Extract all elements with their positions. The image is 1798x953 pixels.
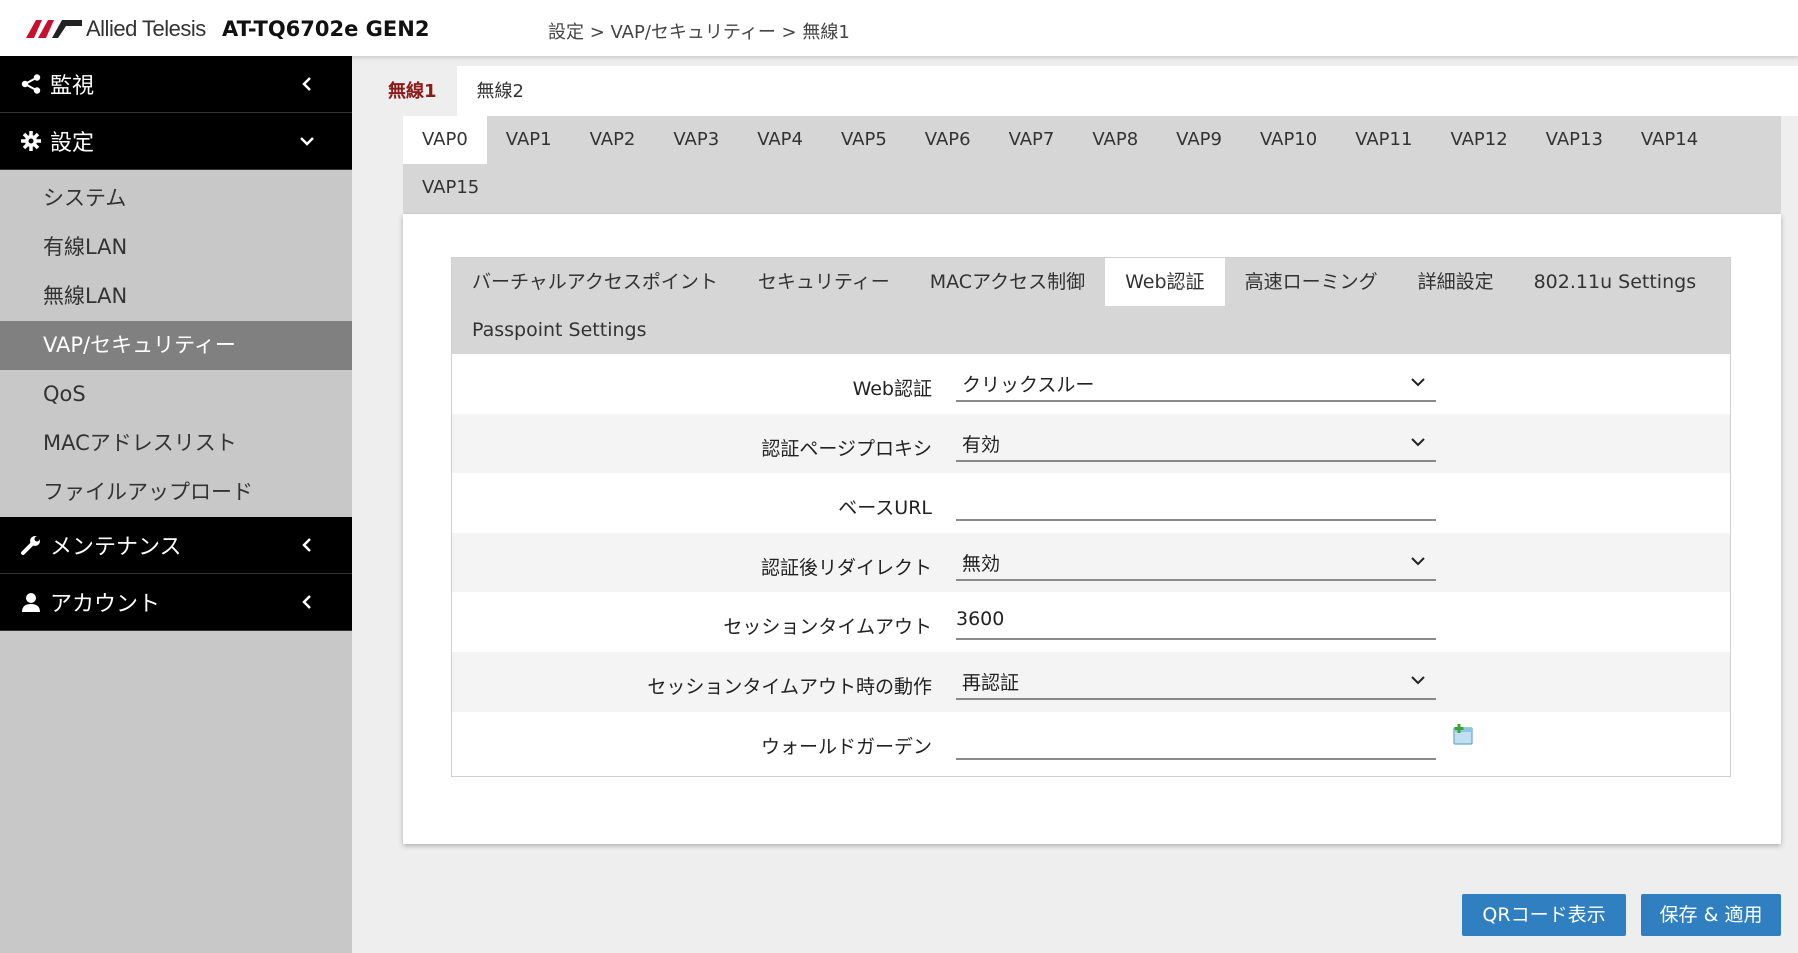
chevron-down-icon <box>300 137 314 146</box>
web-auth-section: バーチャルアクセスポイント セキュリティー MACアクセス制御 Web認証 高速… <box>451 257 1731 777</box>
tab-vap8[interactable]: VAP8 <box>1073 116 1157 164</box>
tab-vap3[interactable]: VAP3 <box>654 116 738 164</box>
tab-virtual-access-point[interactable]: バーチャルアクセスポイント <box>452 258 738 306</box>
base-url-label: ベースURL <box>838 497 932 520</box>
form-row-web-auth: Web認証 クリックスルー <box>452 354 1730 414</box>
tab-vap13[interactable]: VAP13 <box>1527 116 1622 164</box>
tab-vap9[interactable]: VAP9 <box>1157 116 1241 164</box>
menu-monitor[interactable]: 監視 <box>0 56 352 113</box>
tab-vap11[interactable]: VAP11 <box>1336 116 1431 164</box>
tab-vap0[interactable]: VAP0 <box>403 116 487 164</box>
chevron-left-icon <box>302 538 311 552</box>
allied-telesis-logo: Allied Telesis <box>26 16 206 42</box>
tab-vap2[interactable]: VAP2 <box>571 116 655 164</box>
sidebar-item-wireless-lan[interactable]: 無線LAN <box>0 272 352 321</box>
tab-security[interactable]: セキュリティー <box>738 258 910 306</box>
vap-tabs: VAP0 VAP1 VAP2 VAP3 VAP4 VAP5 VAP6 VAP7 … <box>403 116 1781 214</box>
redirect-select[interactable]: 無効 <box>956 543 1436 581</box>
menu-label: 設定 <box>50 131 95 156</box>
tab-80211u-settings[interactable]: 802.11u Settings <box>1514 258 1717 306</box>
redirect-value: 無効 <box>962 552 1001 575</box>
wrench-icon <box>20 534 42 556</box>
menu-label: アカウント <box>50 592 161 617</box>
chevron-down-icon <box>1411 437 1425 447</box>
gear-icon <box>20 130 42 152</box>
tab-web-auth[interactable]: Web認証 <box>1105 258 1225 306</box>
redirect-label: 認証後リダイレクト <box>760 556 932 579</box>
tab-vap10[interactable]: VAP10 <box>1241 116 1336 164</box>
add-entry-icon[interactable] <box>1452 723 1474 746</box>
logo-text: Allied Telesis <box>86 16 206 41</box>
tab-vap12[interactable]: VAP12 <box>1431 116 1526 164</box>
timeout-action-select[interactable]: 再認証 <box>956 662 1436 700</box>
tab-vap14[interactable]: VAP14 <box>1622 116 1717 164</box>
form-row-base-url: ベースURL <box>452 473 1730 533</box>
menu-maintenance[interactable]: メンテナンス <box>0 517 352 574</box>
tab-radio2[interactable]: 無線2 <box>457 66 544 116</box>
top-header: Allied Telesis AT-TQ6702e GEN2 設定 > VAP/… <box>0 0 1798 56</box>
sidebar-item-system[interactable]: システム <box>0 174 352 223</box>
session-timeout-label: セッションタイムアウト <box>723 616 932 639</box>
tab-vap15[interactable]: VAP15 <box>403 164 498 212</box>
main-content: 無線1 無線2 VAP0 VAP1 VAP2 VAP3 VAP4 VAP5 VA… <box>352 56 1798 953</box>
sidebar-item-vap-security[interactable]: VAP/セキュリティー <box>0 321 352 370</box>
web-auth-value: クリックスルー <box>962 374 1095 396</box>
menu-label: メンテナンス <box>50 535 182 560</box>
tab-radio1[interactable]: 無線1 <box>368 66 457 116</box>
user-icon <box>20 591 42 613</box>
session-timeout-value: 3600 <box>956 608 1005 631</box>
sidebar-item-file-upload[interactable]: ファイルアップロード <box>0 468 352 517</box>
menu-settings[interactable]: 設定 <box>0 113 352 170</box>
device-model: AT-TQ6702e GEN2 <box>222 17 430 41</box>
menu-account[interactable]: アカウント <box>0 574 352 631</box>
menu-label: 監視 <box>50 74 95 99</box>
chevron-down-icon <box>1411 557 1425 566</box>
config-tabs: バーチャルアクセスポイント セキュリティー MACアクセス制御 Web認証 高速… <box>452 258 1730 354</box>
save-apply-button[interactable]: 保存 & 適用 <box>1641 894 1781 936</box>
session-timeout-input[interactable]: 3600 <box>956 602 1436 641</box>
base-url-input[interactable] <box>956 483 1436 522</box>
web-auth-label: Web認証 <box>852 378 932 400</box>
form-row-proxy: 認証ページプロキシ 有効 <box>452 413 1730 474</box>
form-row-walled-garden: ウォールドガーデン <box>452 712 1730 772</box>
tab-passpoint-settings[interactable]: Passpoint Settings <box>452 306 666 354</box>
qr-code-button[interactable]: QRコード表示 <box>1462 894 1626 936</box>
chevron-down-icon <box>1411 676 1425 685</box>
logo-mark-icon <box>26 20 82 38</box>
tab-vap4[interactable]: VAP4 <box>738 116 822 164</box>
tab-vap5[interactable]: VAP5 <box>822 116 906 164</box>
tab-mac-access-control[interactable]: MACアクセス制御 <box>910 258 1105 306</box>
chevron-down-icon <box>1411 378 1425 387</box>
web-auth-select[interactable]: クリックスルー <box>956 364 1436 402</box>
tab-advanced-settings[interactable]: 詳細設定 <box>1398 258 1514 306</box>
tab-vap7[interactable]: VAP7 <box>990 116 1074 164</box>
radio-tabs: 無線1 無線2 <box>368 66 1798 116</box>
breadcrumb: 設定 > VAP/セキュリティー > 無線1 <box>548 22 850 43</box>
form-row-timeout-action: セッションタイムアウト時の動作 再認証 <box>452 651 1730 712</box>
proxy-value: 有効 <box>962 433 1001 456</box>
chevron-left-icon <box>302 595 311 609</box>
tab-vap6[interactable]: VAP6 <box>906 116 990 164</box>
timeout-action-value: 再認証 <box>962 671 1020 694</box>
form-row-session-timeout: セッションタイムアウト 3600 <box>452 592 1730 652</box>
sidebar-item-mac-address-list[interactable]: MACアドレスリスト <box>0 419 352 468</box>
proxy-label: 認証ページプロキシ <box>761 437 932 460</box>
sidebar-item-wired-lan[interactable]: 有線LAN <box>0 223 352 272</box>
walled-garden-label: ウォールドガーデン <box>760 735 932 758</box>
form-row-redirect: 認証後リダイレクト 無効 <box>452 532 1730 593</box>
proxy-select[interactable]: 有効 <box>956 424 1436 462</box>
tab-fast-roaming[interactable]: 高速ローミング <box>1225 258 1398 306</box>
sidebar-item-qos[interactable]: QoS <box>0 370 352 419</box>
vap-panel: バーチャルアクセスポイント セキュリティー MACアクセス制御 Web認証 高速… <box>403 214 1781 844</box>
sidebar: 監視 設定 システム 有線LAN 無線LAN VAP/セキュリティー QoS M… <box>0 56 352 953</box>
timeout-action-label: セッションタイムアウト時の動作 <box>647 675 932 698</box>
share-icon <box>20 73 42 95</box>
tab-vap1[interactable]: VAP1 <box>487 116 571 164</box>
walled-garden-input[interactable] <box>956 722 1436 760</box>
chevron-left-icon <box>302 77 311 91</box>
